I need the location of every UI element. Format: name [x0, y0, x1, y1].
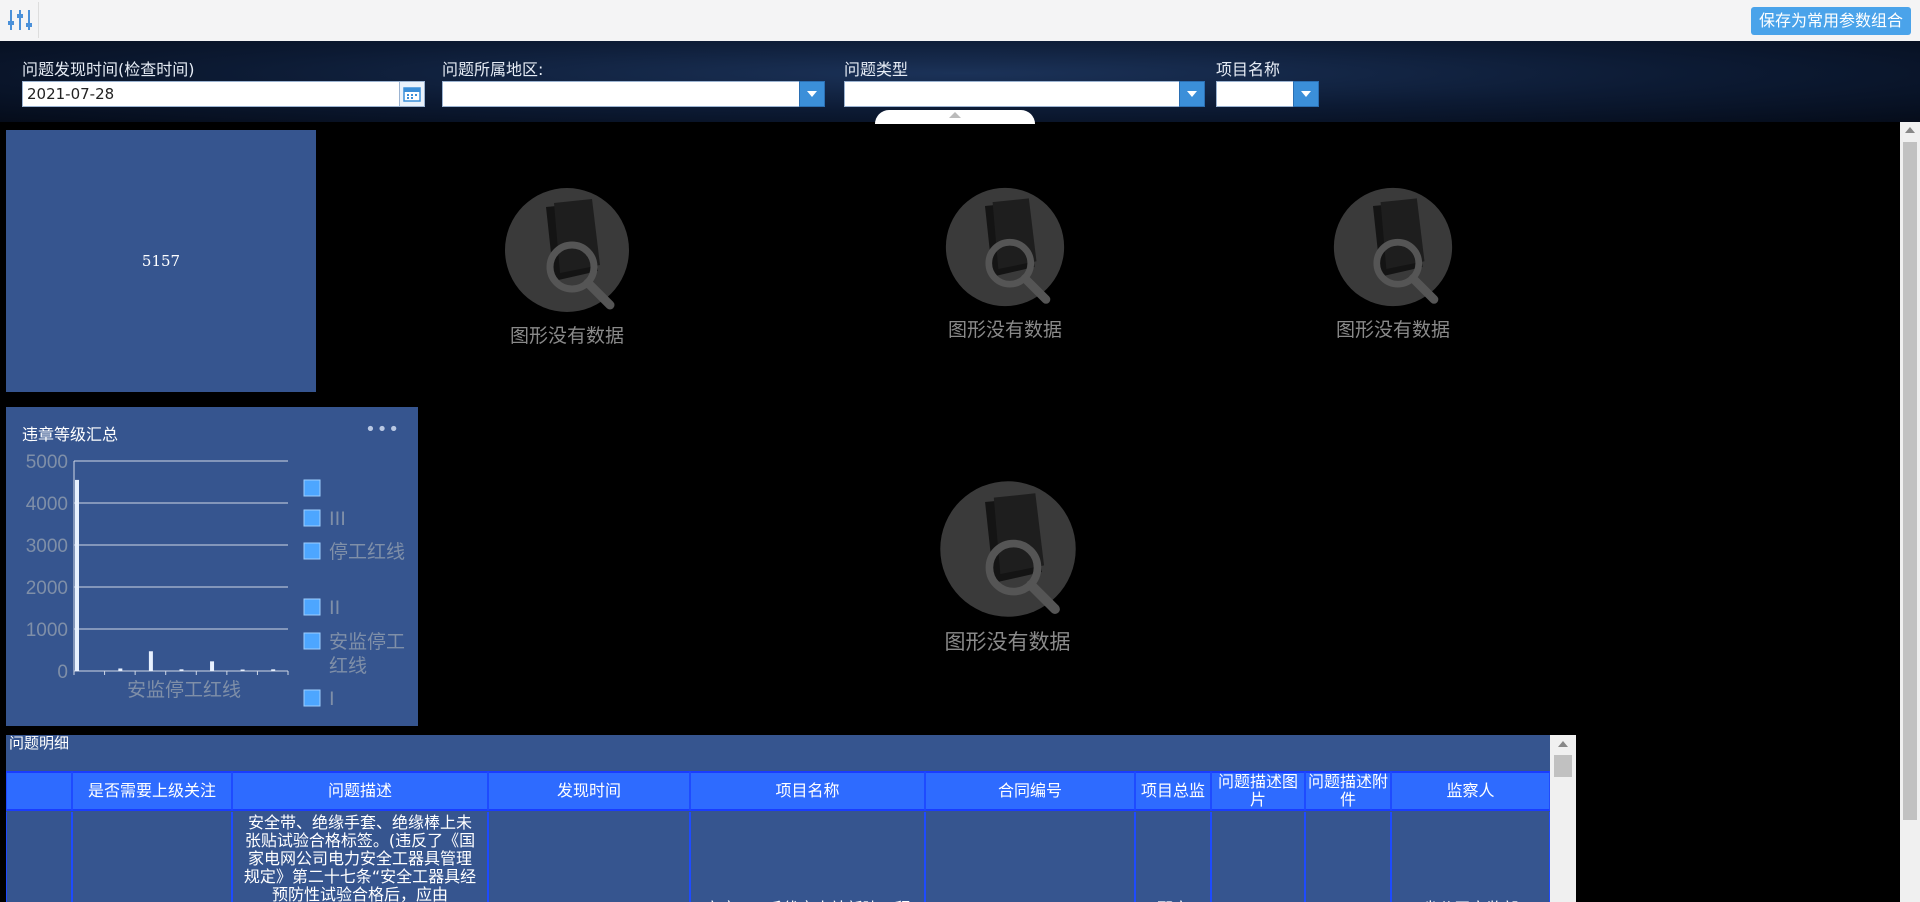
bar — [210, 661, 215, 671]
sliders-icon[interactable] — [2, 2, 39, 38]
legend-swatch — [303, 689, 321, 707]
collapse-filter-tab[interactable] — [875, 110, 1035, 124]
x-tick-label: 安监停工红线 — [127, 679, 241, 701]
filter-label-project-name: 项目名称 — [1216, 60, 1281, 79]
table-cell: YLGL-2017-077 — [925, 812, 1135, 902]
header-cell[interactable]: 问题描述 — [232, 771, 488, 811]
table-header: 是否需要上级关注 问题描述 发现时间 项目名称 合同编号 项目总监 问题描述图片… — [6, 771, 1550, 811]
table-cell — [1305, 812, 1391, 902]
no-data-placeholder: 图形没有数据 — [935, 478, 1080, 656]
header-cell[interactable]: 问题描述附件 — [1305, 771, 1391, 811]
bar — [179, 669, 184, 671]
found-time-input[interactable]: 2021-07-28 — [22, 81, 400, 107]
table-cell — [1211, 812, 1305, 902]
header-cell[interactable]: 问题描述图片 — [1211, 771, 1305, 811]
violation-level-chart-panel: 违章等级汇总 ••• 0 1000 2000 3000 4000 5000 安监停工红线 II… — [6, 407, 418, 726]
kpi-value: 5157 — [141, 252, 181, 270]
y-tick-label: 1000 — [26, 620, 68, 641]
page-scrollbar-thumb[interactable] — [1903, 142, 1917, 820]
calendar-icon[interactable] — [399, 81, 425, 107]
save-param-combo-button[interactable]: 保存为常用参数组合 — [1750, 7, 1911, 35]
table-cell — [72, 812, 232, 902]
no-data-placeholder: 图形没有数据 — [940, 185, 1070, 342]
chevron-down-icon[interactable] — [1179, 81, 1205, 107]
y-tick-label: 5000 — [26, 452, 68, 473]
bar — [240, 669, 245, 671]
header-cell[interactable]: 项目总监 — [1135, 771, 1211, 811]
y-tick-label: 4000 — [26, 494, 68, 515]
y-tick-label: 3000 — [26, 536, 68, 557]
filter-label-found-time: 问题发现时间(检查时间) — [22, 60, 195, 79]
table-cell: 方庄110千伏变电站新建工程 — [690, 812, 925, 902]
header-cell[interactable]: 发现时间 — [488, 771, 690, 811]
legend-swatch — [303, 509, 321, 527]
header-cell[interactable] — [6, 771, 72, 811]
no-data-text: 图形没有数据 — [947, 319, 1062, 341]
bar — [75, 479, 79, 671]
no-data-placeholder: 图形没有数据 — [497, 185, 637, 348]
bar — [148, 651, 153, 671]
legend-label: 停工红线 — [329, 541, 405, 563]
legend-swatch — [303, 598, 321, 616]
no-data-magnifier-icon — [939, 481, 1076, 617]
table-cell: 省公司安监部 — [1391, 812, 1550, 902]
header-cell[interactable]: 项目名称 — [690, 771, 925, 811]
page-scrollbar[interactable] — [1900, 122, 1920, 902]
top-toolbar: 保存为常用参数组合 — [0, 0, 1920, 42]
no-data-text: 图形没有数据 — [1335, 319, 1450, 341]
legend-label: III — [329, 508, 346, 530]
table-cell — [6, 812, 72, 902]
scroll-up-arrow-icon[interactable] — [1558, 741, 1568, 747]
table-row[interactable]: 安全带、绝缘手套、绝缘棒上未张贴试验合格标签。(违反了《国家电网公司电力安全工器… — [6, 812, 1550, 902]
legend-label: II — [329, 597, 340, 619]
header-cell[interactable]: 是否需要上级关注 — [72, 771, 232, 811]
table-scrollbar-thumb[interactable] — [1554, 755, 1572, 777]
chevron-down-icon[interactable] — [799, 81, 825, 107]
bar — [271, 669, 276, 671]
y-tick-label: 0 — [57, 662, 68, 683]
scroll-up-arrow-icon[interactable] — [1905, 127, 1915, 133]
kpi-total-card: 5157 — [6, 130, 316, 392]
legend-swatch — [303, 479, 321, 497]
no-data-magnifier-icon — [505, 188, 629, 312]
no-data-text: 图形没有数据 — [509, 325, 624, 347]
table-cell-description: 安全带、绝缘手套、绝缘棒上未张贴试验合格标签。(违反了《国家电网公司电力安全工器… — [232, 812, 488, 902]
problem-type-select[interactable] — [844, 81, 1180, 107]
legend-label: 安监停工 — [329, 631, 405, 653]
chevron-down-icon[interactable] — [1293, 81, 1319, 107]
header-cell[interactable]: 监察人 — [1391, 771, 1550, 811]
project-name-select[interactable] — [1216, 81, 1294, 107]
header-cell[interactable]: 合同编号 — [925, 771, 1135, 811]
filter-label-region: 问题所属地区: — [442, 60, 544, 79]
legend-swatch — [303, 632, 321, 650]
legend-label: I — [329, 688, 335, 710]
filter-label-problem-type: 问题类型 — [844, 60, 909, 79]
no-data-magnifier-icon — [945, 187, 1065, 307]
table-cell: 邵宏 — [1135, 812, 1211, 902]
table-scrollbar[interactable] — [1550, 735, 1576, 902]
no-data-magnifier-icon — [1333, 187, 1453, 307]
y-tick-label: 2000 — [26, 578, 68, 599]
no-data-text: 图形没有数据 — [944, 630, 1071, 654]
table-caption: 问题明细 — [8, 735, 69, 752]
region-select[interactable] — [442, 81, 800, 107]
table-cell: 2020-10-09 — [488, 812, 690, 902]
legend-label: 红线 — [329, 655, 367, 677]
legend-swatch — [303, 542, 321, 560]
violation-bar-chart: 0 1000 2000 3000 4000 5000 安监停工红线 III 停工红线 II 安监停工… — [26, 452, 405, 710]
bar — [118, 668, 123, 671]
no-data-placeholder: 图形没有数据 — [1328, 185, 1458, 342]
problem-detail-table: 问题明细 是否需要上级关注 问题描述 发现时间 项目名称 合同编号 项目总监 问… — [6, 735, 1550, 902]
